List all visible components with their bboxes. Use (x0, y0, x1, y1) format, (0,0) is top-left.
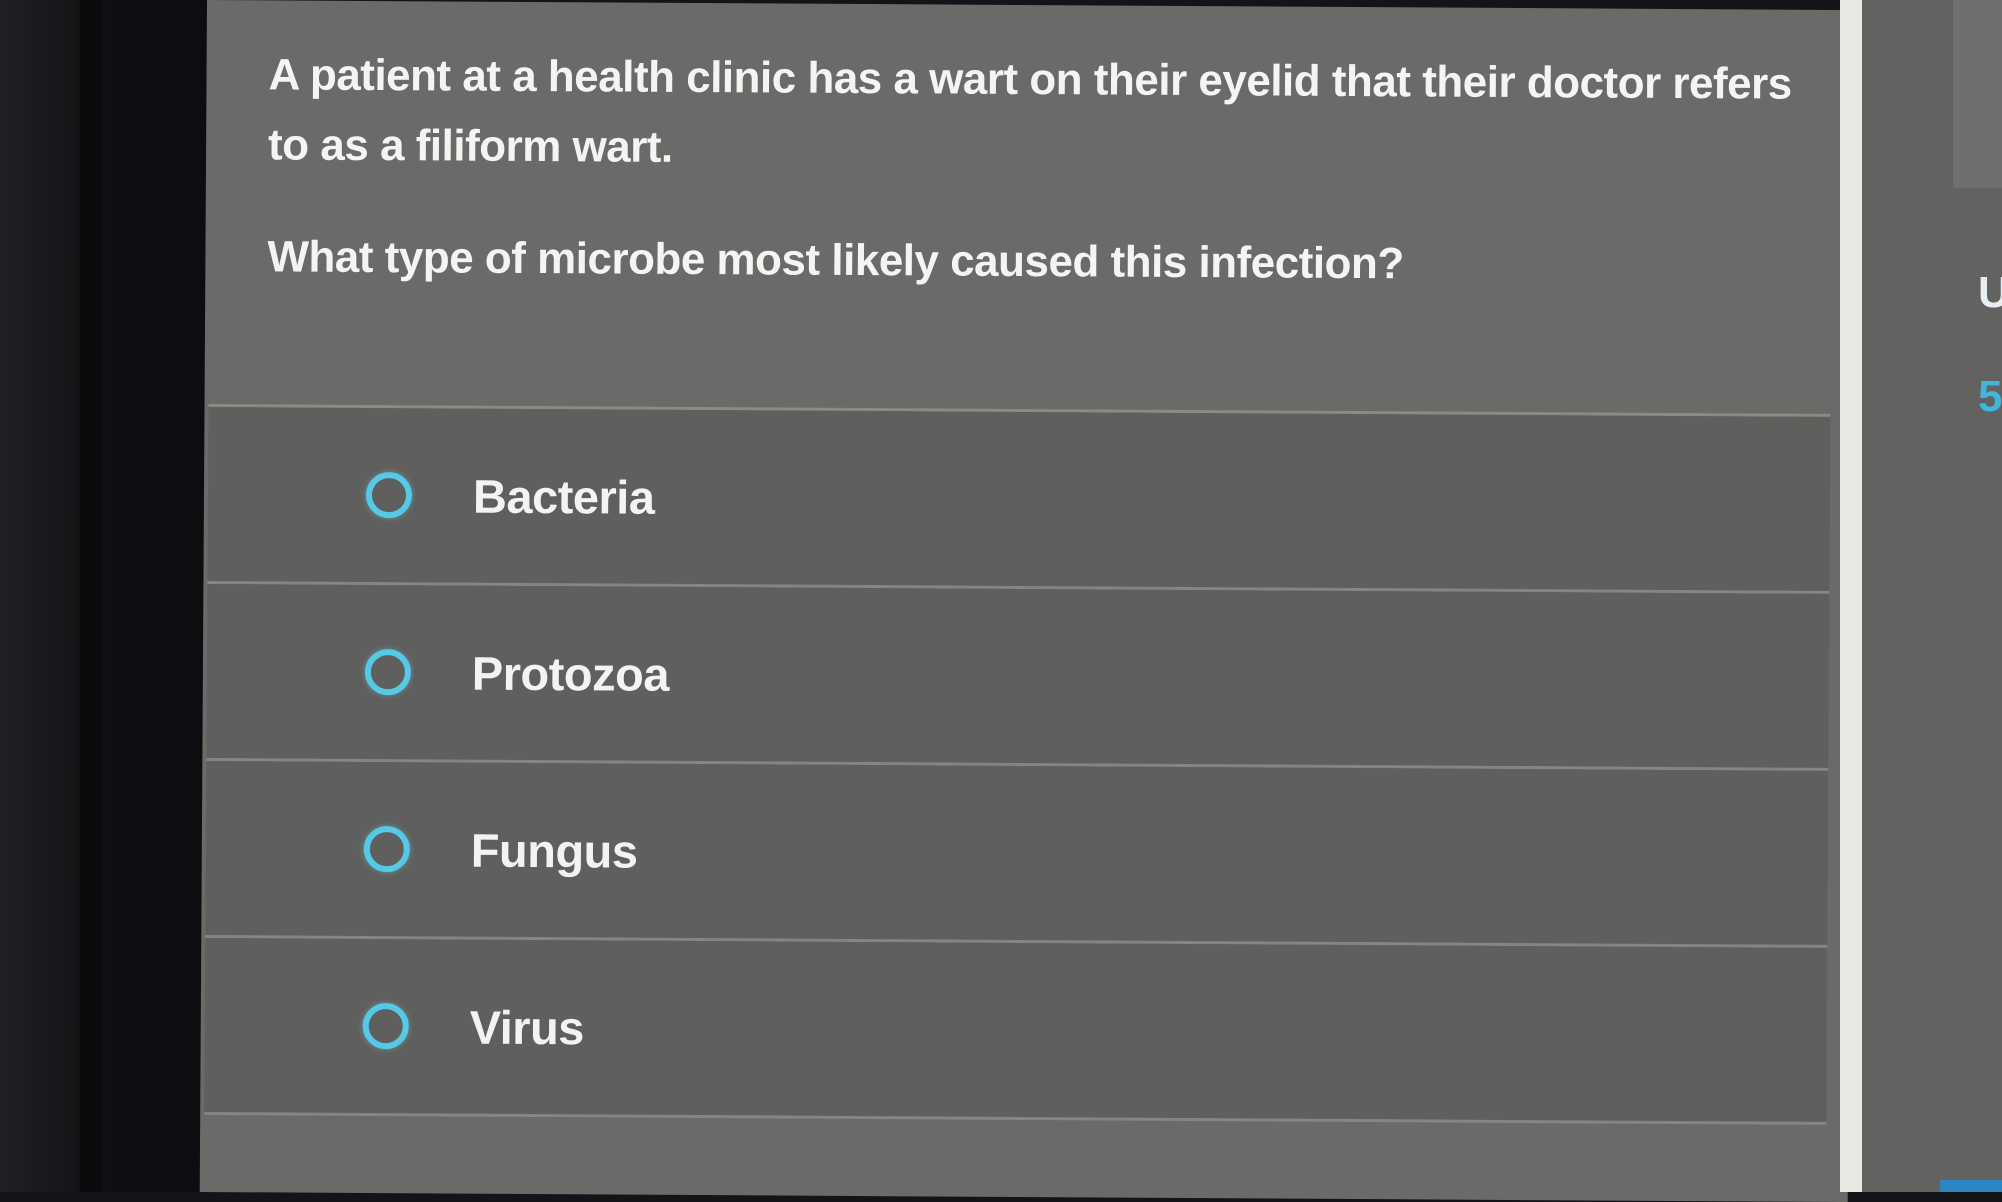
radio-button-icon[interactable] (362, 1002, 409, 1050)
answer-options: Bacteria Protozoa Fungus Virus (204, 404, 1831, 1125)
side-panel-partial-text: U (1978, 268, 2002, 317)
question-stem: A patient at a health clinic has a wart … (267, 50, 1792, 172)
panel-divider (1840, 0, 1862, 1192)
answer-label: Bacteria (472, 469, 655, 524)
answer-label: Protozoa (471, 646, 670, 701)
answer-label: Virus (469, 1000, 585, 1054)
monitor-bezel (0, 0, 210, 1192)
radio-button-icon[interactable] (364, 648, 412, 696)
side-panel-header (1953, 0, 2002, 188)
question-block: A patient at a health clinic has a wart … (267, 40, 1829, 302)
answer-option-protozoa[interactable]: Protozoa (206, 584, 1830, 771)
answer-label: Fungus (470, 823, 638, 878)
side-panel-partial-number: 5 (1978, 372, 2002, 421)
radio-button-icon[interactable] (363, 825, 410, 873)
side-panel-accent-bar (1940, 1180, 2002, 1192)
question-prompt: What type of microbe most likely caused … (267, 232, 1404, 289)
monitor-bezel-edge (80, 0, 102, 1192)
answer-option-fungus[interactable]: Fungus (205, 761, 1829, 948)
answer-option-virus[interactable]: Virus (204, 938, 1828, 1125)
answer-option-bacteria[interactable]: Bacteria (207, 407, 1831, 594)
question-panel: A patient at a health clinic has a wart … (199, 0, 1855, 1202)
radio-button-icon[interactable] (365, 471, 413, 519)
